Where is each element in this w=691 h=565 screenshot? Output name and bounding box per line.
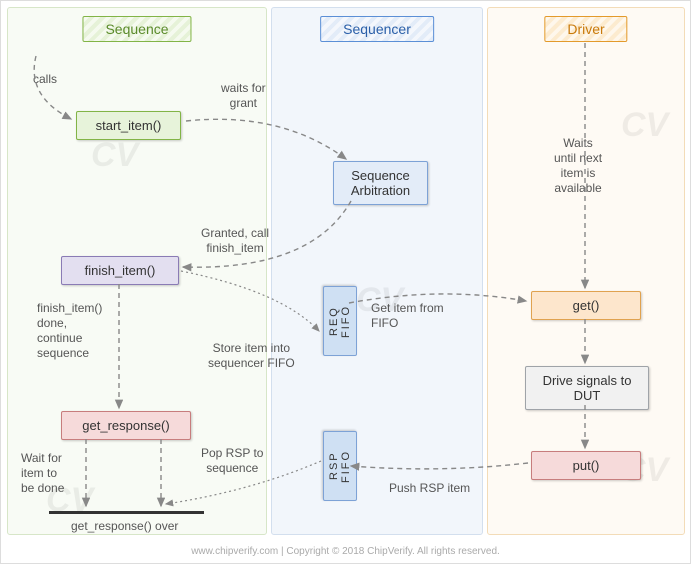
label-granted-call: Granted, call finish_item bbox=[201, 226, 269, 256]
label-get-resp-over: get_response() over bbox=[71, 519, 178, 534]
node-drive-dut: Drive signals to DUT bbox=[525, 366, 649, 410]
node-put: put() bbox=[531, 451, 641, 480]
node-start-item: start_item() bbox=[76, 111, 181, 140]
node-get-response: get_response() bbox=[61, 411, 191, 440]
label-calls: calls bbox=[33, 72, 57, 87]
lane-sequencer: Sequencer bbox=[271, 7, 483, 535]
label-waits-for-grant: waits for grant bbox=[221, 81, 266, 111]
node-finish-item: finish_item() bbox=[61, 256, 179, 285]
node-rsp-fifo: RSP FIFO bbox=[323, 431, 357, 501]
footer-copyright: www.chipverify.com | Copyright © 2018 Ch… bbox=[1, 546, 690, 557]
node-req-fifo: REQ FIFO bbox=[323, 286, 357, 356]
lane-title-sequence: Sequence bbox=[82, 16, 191, 42]
node-get: get() bbox=[531, 291, 641, 320]
lane-title-sequencer: Sequencer bbox=[320, 16, 434, 42]
node-seq-arbitration: Sequence Arbitration bbox=[333, 161, 428, 205]
label-finish-item-done: finish_item() done, continue sequence bbox=[37, 301, 102, 361]
label-pop-rsp: Pop RSP to sequence bbox=[201, 446, 263, 476]
label-wait-item-done: Wait for item to be done bbox=[21, 451, 64, 496]
lane-title-driver: Driver bbox=[544, 16, 627, 42]
terminator-bar bbox=[49, 511, 204, 514]
label-push-rsp: Push RSP item bbox=[389, 481, 470, 496]
label-get-item-fifo: Get item from FIFO bbox=[371, 301, 444, 331]
label-store-item: Store item into sequencer FIFO bbox=[208, 341, 295, 371]
diagram-canvas: Sequence Sequencer Driver CV CV CV CV CV… bbox=[0, 0, 691, 564]
label-waits-until-next: Waits until next item is available bbox=[554, 136, 602, 196]
